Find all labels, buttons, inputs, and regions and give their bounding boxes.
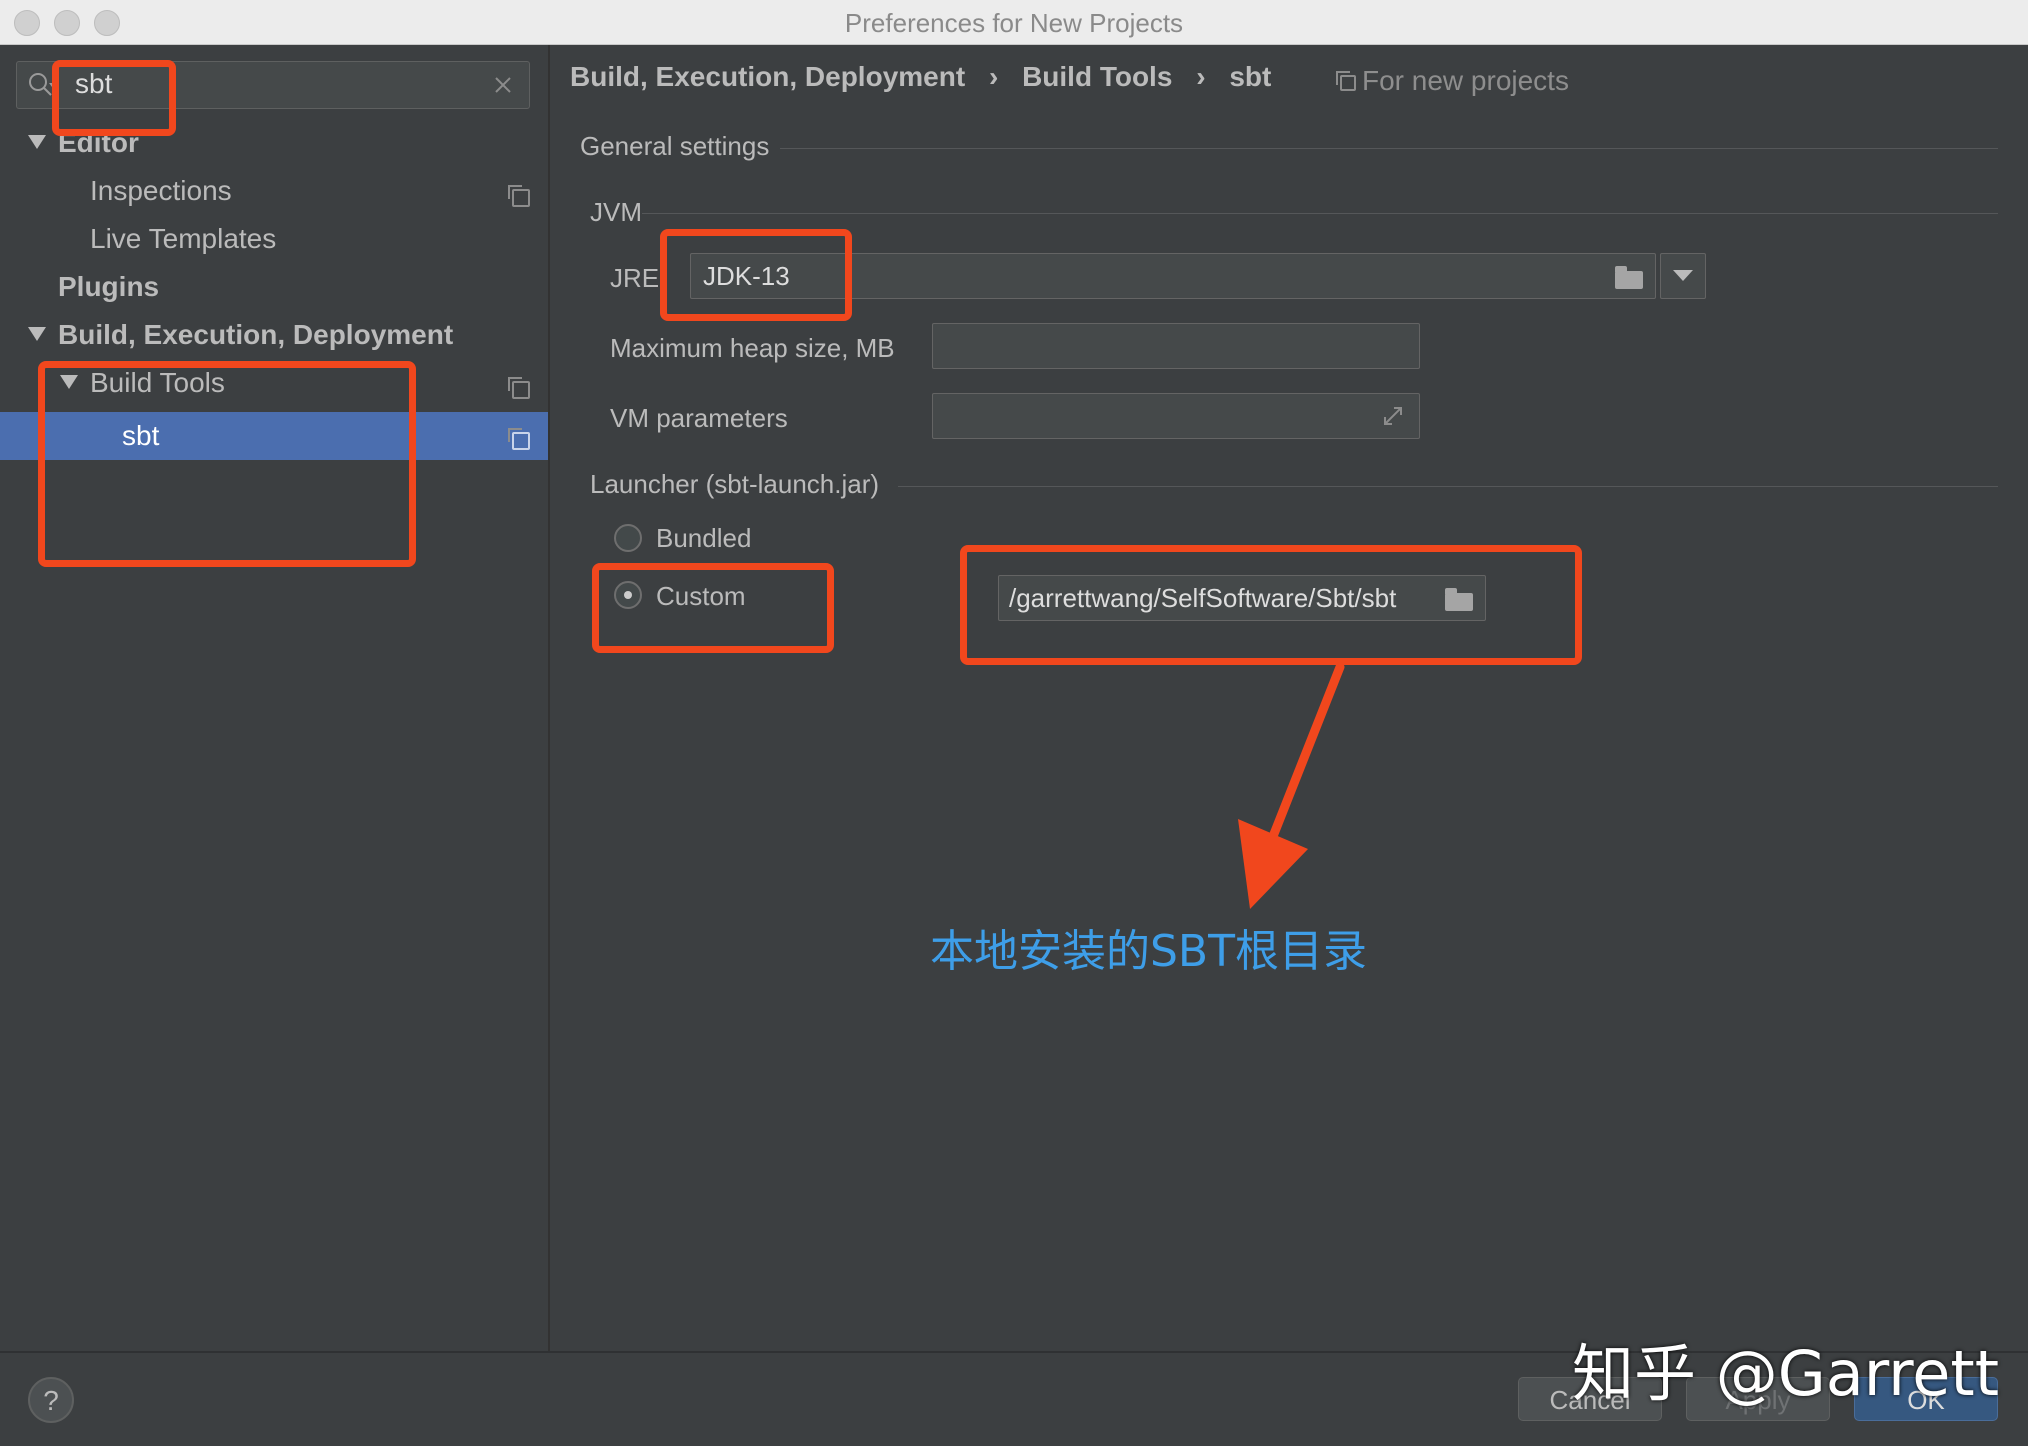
max-heap-input[interactable]: [932, 323, 1420, 369]
settings-sidebar: sbt Editor Inspections Live Templates Pl…: [0, 45, 550, 1351]
chevron-down-icon: [1673, 270, 1693, 281]
title-bar: Preferences for New Projects: [0, 0, 2028, 45]
sidebar-item-label: Inspections: [90, 175, 232, 206]
project-scope-icon: [1336, 71, 1356, 91]
breadcrumb-separator: ›: [1196, 61, 1206, 92]
jre-dropdown-button[interactable]: [1660, 253, 1706, 299]
vm-parameters-input[interactable]: [932, 393, 1420, 439]
help-button[interactable]: ?: [28, 1377, 74, 1423]
sidebar-item-plugins[interactable]: Plugins: [58, 271, 159, 303]
bundled-label: Bundled: [656, 523, 752, 553]
project-scope-icon: [508, 185, 530, 207]
for-new-projects-label: For new projects: [1362, 65, 1569, 96]
settings-content: Build, Execution, Deployment › Build Too…: [550, 45, 2028, 1351]
sidebar-item-inspections[interactable]: Inspections: [90, 175, 232, 207]
annotation-box-build-tools: [38, 361, 416, 567]
vm-parameters-label: VM parameters: [610, 403, 788, 433]
annotation-box-jre: [660, 229, 852, 321]
section-launcher: Launcher (sbt-launch.jar): [590, 469, 880, 499]
annotation-box-custom: [592, 563, 834, 653]
window-title: Preferences for New Projects: [844, 8, 1184, 38]
expand-triangle-icon[interactable]: [28, 326, 46, 341]
annotation-arrow-icon: [1238, 662, 1345, 909]
sidebar-item-label: Live Templates: [90, 223, 277, 254]
annotation-box-search: [52, 60, 176, 136]
breadcrumb-item[interactable]: Build, Execution, Deployment: [570, 61, 965, 92]
section-general-settings: General settings: [580, 131, 770, 161]
divider: [642, 213, 1998, 214]
annotation-text: 本地安装的SBT根目录: [930, 926, 1367, 977]
divider: [780, 148, 1998, 149]
breadcrumb: Build, Execution, Deployment › Build Too…: [570, 61, 1271, 93]
sidebar-item-build-execution-deployment[interactable]: Build, Execution, Deployment: [28, 319, 453, 351]
project-scope-icon: [508, 377, 530, 399]
folder-icon[interactable]: [1615, 266, 1643, 289]
section-jvm: JVM: [590, 197, 642, 227]
dialog-footer: ? Cancel Apply OK 知乎 @Garrett: [0, 1337, 2028, 1446]
project-scope-icon: [508, 428, 530, 450]
divider: [898, 486, 1998, 487]
breadcrumb-item: sbt: [1229, 61, 1272, 92]
bundled-radio[interactable]: [614, 524, 642, 552]
watermark: 知乎 @Garrett: [1572, 1337, 2000, 1410]
expand-triangle-icon[interactable]: [28, 134, 46, 149]
clear-search-icon[interactable]: [493, 75, 513, 95]
breadcrumb-item[interactable]: Build Tools: [1022, 61, 1172, 92]
sidebar-item-live-templates[interactable]: Live Templates: [90, 223, 276, 255]
max-heap-label: Maximum heap size, MB: [610, 333, 895, 363]
sidebar-item-label: Plugins: [58, 271, 160, 302]
breadcrumb-separator: ›: [988, 61, 999, 92]
annotation-box-path: [960, 545, 1582, 665]
expand-icon[interactable]: [1381, 404, 1405, 428]
jre-label: JRE:: [610, 263, 667, 293]
sidebar-item-label: Build, Execution, Deployment: [58, 319, 454, 350]
